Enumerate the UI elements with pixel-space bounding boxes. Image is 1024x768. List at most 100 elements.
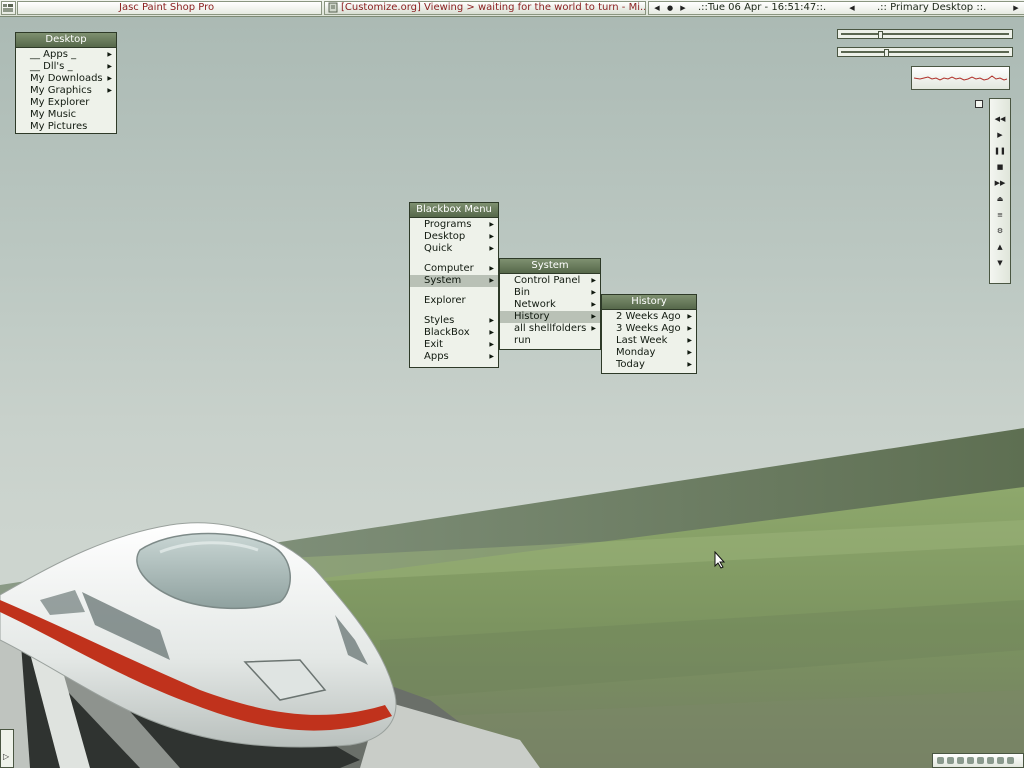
menu-item-label: __ Dll's _ [30, 61, 73, 72]
previous-task-icon[interactable]: ◀ [651, 2, 663, 14]
playlist-icon[interactable]: ≡ [990, 208, 1010, 222]
next-task-icon[interactable]: ▶ [677, 2, 689, 14]
submenu-arrow-icon: ▶ [687, 337, 692, 344]
menu-item-run[interactable]: run [500, 335, 600, 347]
menu-item-monday[interactable]: Monday ▶ [602, 347, 696, 359]
volume-down-icon[interactable]: ▼ [990, 256, 1010, 270]
blackbox-menu-button[interactable] [1, 1, 16, 15]
menu-item-label: Exit [424, 339, 443, 350]
tray-icon[interactable] [967, 757, 974, 764]
menu-item-system[interactable]: System ▶ [410, 275, 498, 287]
menu-item-my-pictures[interactable]: My Pictures [16, 121, 116, 133]
submenu-arrow-icon: ▶ [687, 313, 692, 320]
seek-slider[interactable] [837, 47, 1013, 57]
submenu-arrow-icon: ▶ [489, 233, 494, 240]
eject-icon[interactable]: ⏏ [990, 192, 1010, 206]
desktop-menu: Desktop __ Apps _ ▶ __ Dll's _ ▶ My Download… [15, 32, 117, 134]
menu-item-label: My Downloads [30, 73, 103, 84]
document-icon [328, 2, 338, 13]
rewind-icon[interactable]: ◀◀ [990, 112, 1010, 126]
menu-item-label: Explorer [424, 295, 466, 306]
volume-up-icon[interactable]: ▲ [990, 240, 1010, 254]
menu-item-label: System [424, 275, 462, 286]
menu-item-label: History [514, 311, 550, 322]
menu-item-programs[interactable]: Programs ▶ [410, 219, 498, 231]
submenu-arrow-icon: ▶ [591, 313, 596, 320]
menu-item-apps[interactable]: Apps ▶ [410, 351, 498, 363]
menu-item-styles[interactable]: Styles ▶ [410, 315, 498, 327]
menu-item-label: Today [616, 359, 645, 370]
system-menu: System Control Panel ▶ Bin ▶ Network ▶ History… [499, 258, 601, 350]
menu-title[interactable]: System [500, 259, 600, 274]
submenu-arrow-icon: ▶ [687, 325, 692, 332]
menu-separator [410, 287, 498, 295]
tray-icon[interactable] [957, 757, 964, 764]
previous-workspace-icon[interactable]: ◀ [846, 2, 858, 14]
tray-icon[interactable] [987, 757, 994, 764]
task-button-customize[interactable]: [Customize.org] Viewing > waiting for th… [324, 1, 646, 15]
wallpaper [0, 428, 1024, 768]
slider-knob[interactable] [884, 49, 889, 57]
menu-item-bin[interactable]: Bin ▶ [500, 287, 600, 299]
menu-item-label: Computer [424, 263, 474, 274]
workspace-label: .:: Primary Desktop ::. [877, 2, 987, 13]
menu-item-quick[interactable]: Quick ▶ [410, 243, 498, 255]
submenu-arrow-icon: ▶ [591, 301, 596, 308]
menu-item-today[interactable]: Today ▶ [602, 359, 696, 371]
submenu-arrow-icon: ▶ [107, 51, 112, 58]
menu-item-history[interactable]: History ▶ [500, 311, 600, 323]
menu-item-label: Quick [424, 243, 453, 254]
desktop-screen: Jasc Paint Shop Pro [Customize.org] View… [0, 0, 1024, 768]
menu-item-apps[interactable]: __ Apps _ ▶ [16, 49, 116, 61]
menu-item-network[interactable]: Network ▶ [500, 299, 600, 311]
menu-item-dll-s[interactable]: __ Dll's _ ▶ [16, 61, 116, 73]
menu-item-label: Last Week [616, 335, 668, 346]
menu-item-my-music[interactable]: My Music [16, 109, 116, 121]
menu-item-blackbox[interactable]: BlackBox ▶ [410, 327, 498, 339]
tray-icon[interactable] [1007, 757, 1014, 764]
slider-knob[interactable] [878, 31, 883, 39]
menu-item-last-week[interactable]: Last Week ▶ [602, 335, 696, 347]
stop-icon[interactable]: ■ [990, 160, 1010, 174]
menu-item-label: Styles [424, 315, 455, 326]
menu-title[interactable]: History [602, 295, 696, 310]
submenu-arrow-icon: ▶ [591, 325, 596, 332]
menu-item-desktop[interactable]: Desktop ▶ [410, 231, 498, 243]
menu-title[interactable]: Desktop [16, 33, 116, 48]
menu-item-computer[interactable]: Computer ▶ [410, 263, 498, 275]
menu-item-all-shellfolders[interactable]: all shellfolders ▶ [500, 323, 600, 335]
menu-title[interactable]: Blackbox Menu [410, 203, 498, 218]
tray-icon[interactable] [997, 757, 1004, 764]
submenu-arrow-icon: ▶ [489, 277, 494, 284]
submenu-arrow-icon: ▶ [107, 87, 112, 94]
menu-item-control-panel[interactable]: Control Panel ▶ [500, 275, 600, 287]
menu-item-my-downloads[interactable]: My Downloads ▶ [16, 73, 116, 85]
settings-icon[interactable]: ⚙ [990, 224, 1010, 238]
menu-item-label: Desktop [424, 231, 466, 242]
play-icon[interactable]: ▶ [990, 128, 1010, 142]
menu-item-label: run [514, 335, 531, 346]
media-control-slit: ◀◀ ▶ ❚❚ ■ ▶▶ ⏏ ≡ ⚙ ▲ ▼ [989, 98, 1011, 284]
volume-slider[interactable] [837, 29, 1013, 39]
pause-icon[interactable]: ❚❚ [990, 144, 1010, 158]
collapsed-toolbar-tab[interactable]: ▷ [0, 729, 14, 768]
slit-toggle-button[interactable] [975, 100, 983, 108]
menu-item-label: Control Panel [514, 275, 581, 286]
menu-separator [410, 307, 498, 315]
menu-item-explorer[interactable]: Explorer [410, 295, 498, 307]
blackbox-menu: Blackbox Menu Programs ▶ Desktop ▶ Quick ▶ Com… [409, 202, 499, 368]
fast-forward-icon[interactable]: ▶▶ [990, 176, 1010, 190]
menu-item-label: My Pictures [30, 121, 88, 132]
menu-item-exit[interactable]: Exit ▶ [410, 339, 498, 351]
menu-item-3-weeks-ago[interactable]: 3 Weeks Ago ▶ [602, 323, 696, 335]
next-workspace-icon[interactable]: ▶ [1010, 2, 1022, 14]
tray-icon[interactable] [977, 757, 984, 764]
task-button-paint-shop-pro[interactable]: Jasc Paint Shop Pro [17, 1, 322, 15]
task-dot-icon[interactable]: ● [664, 2, 676, 14]
menu-item-my-explorer[interactable]: My Explorer [16, 97, 116, 109]
menu-item-my-graphics[interactable]: My Graphics ▶ [16, 85, 116, 97]
tray-icon[interactable] [947, 757, 954, 764]
tray-icon[interactable] [937, 757, 944, 764]
expand-arrow-icon: ▷ [3, 752, 10, 761]
menu-item-2-weeks-ago[interactable]: 2 Weeks Ago ▶ [602, 311, 696, 323]
